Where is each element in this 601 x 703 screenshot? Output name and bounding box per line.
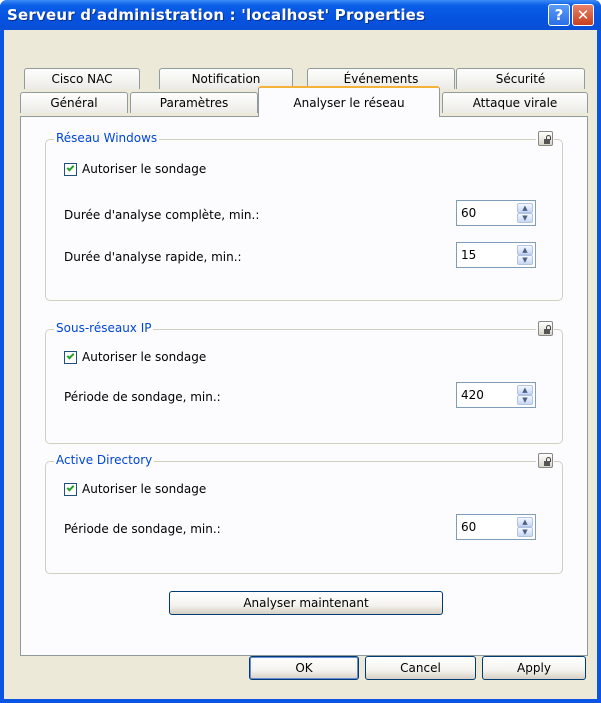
checkbox-allow-probe-ip[interactable] (64, 350, 77, 364)
tab-parametres[interactable]: Paramètres (130, 92, 258, 113)
allow-probe-ip-row[interactable]: Autoriser le sondage (64, 350, 206, 364)
title-bar[interactable]: Serveur d’administration : 'localhost' P… (0, 0, 601, 30)
ip-period-label: Période de sondage, min.: (64, 390, 221, 404)
allow-probe-windows-row[interactable]: Autoriser le sondage (64, 162, 206, 176)
cancel-button[interactable]: Cancel (365, 656, 476, 680)
scan-now-button[interactable]: Analyser maintenant (169, 591, 443, 615)
close-button[interactable]: ✕ (572, 4, 594, 26)
tab-cisco-nac[interactable]: Cisco NAC (24, 68, 140, 89)
lock-icon[interactable] (536, 452, 554, 469)
lock-icon[interactable] (536, 320, 554, 337)
group-active-directory: Active Directory Autoriser le sondage Pé… (45, 452, 563, 574)
full-scan-label: Durée d'analyse complète, min.: (64, 208, 260, 222)
allow-probe-ad-row[interactable]: Autoriser le sondage (64, 482, 206, 496)
ip-period-spinbox[interactable]: 420 ▲ ▼ (456, 382, 536, 408)
group-title-active-directory: Active Directory (54, 453, 155, 467)
tab-securite[interactable]: Sécurité (456, 68, 585, 89)
properties-window: Serveur d’administration : 'localhost' P… (0, 0, 601, 703)
spin-up-icon[interactable]: ▲ (517, 203, 533, 213)
spin-up-icon[interactable]: ▲ (517, 517, 533, 527)
spin-up-icon[interactable]: ▲ (517, 245, 533, 255)
tab-panel-analyser-le-reseau: Réseau Windows Autoriser le sondage Duré… (20, 116, 588, 656)
quick-scan-value: 15 (461, 248, 477, 262)
spin-down-icon[interactable]: ▼ (517, 213, 533, 223)
group-reseau-windows: Réseau Windows Autoriser le sondage Duré… (45, 130, 563, 301)
quick-scan-label: Durée d'analyse rapide, min.: (64, 250, 242, 264)
window-title: Serveur d’administration : 'localhost' P… (7, 6, 426, 24)
full-scan-value: 60 (461, 206, 477, 220)
ad-period-spinbox[interactable]: 60 ▲ ▼ (456, 514, 536, 540)
full-scan-spinbox[interactable]: 60 ▲ ▼ (456, 200, 536, 226)
spin-down-icon[interactable]: ▼ (517, 527, 533, 537)
ok-button[interactable]: OK (249, 656, 359, 680)
tab-attaque-virale[interactable]: Attaque virale (442, 92, 588, 113)
ad-period-value: 60 (461, 520, 477, 534)
ip-period-value: 420 (461, 388, 484, 402)
tab-general[interactable]: Général (20, 92, 128, 113)
checkbox-allow-probe-windows[interactable] (64, 162, 77, 176)
dialog-client-area: Cisco NAC Notification Événements Sécuri… (4, 30, 597, 699)
spin-up-icon[interactable]: ▲ (517, 385, 533, 395)
tab-analyser-le-reseau[interactable]: Analyser le réseau (258, 86, 440, 117)
spin-down-icon[interactable]: ▼ (517, 395, 533, 405)
spin-down-icon[interactable]: ▼ (517, 255, 533, 265)
checkbox-label: Autoriser le sondage (82, 350, 207, 364)
quick-scan-spinbox[interactable]: 15 ▲ ▼ (456, 242, 536, 268)
group-sous-reseaux-ip: Sous-réseaux IP Autoriser le sondage Pér… (45, 320, 563, 444)
lock-icon[interactable] (536, 130, 554, 147)
apply-button[interactable]: Apply (482, 656, 586, 680)
checkbox-label: Autoriser le sondage (82, 162, 207, 176)
group-title-sous-reseaux-ip: Sous-réseaux IP (54, 321, 154, 335)
help-button[interactable]: ? (548, 4, 570, 26)
checkbox-allow-probe-ad[interactable] (64, 482, 77, 496)
ad-period-label: Période de sondage, min.: (64, 522, 221, 536)
checkbox-label: Autoriser le sondage (82, 482, 207, 496)
group-title-reseau-windows: Réseau Windows (54, 131, 160, 145)
